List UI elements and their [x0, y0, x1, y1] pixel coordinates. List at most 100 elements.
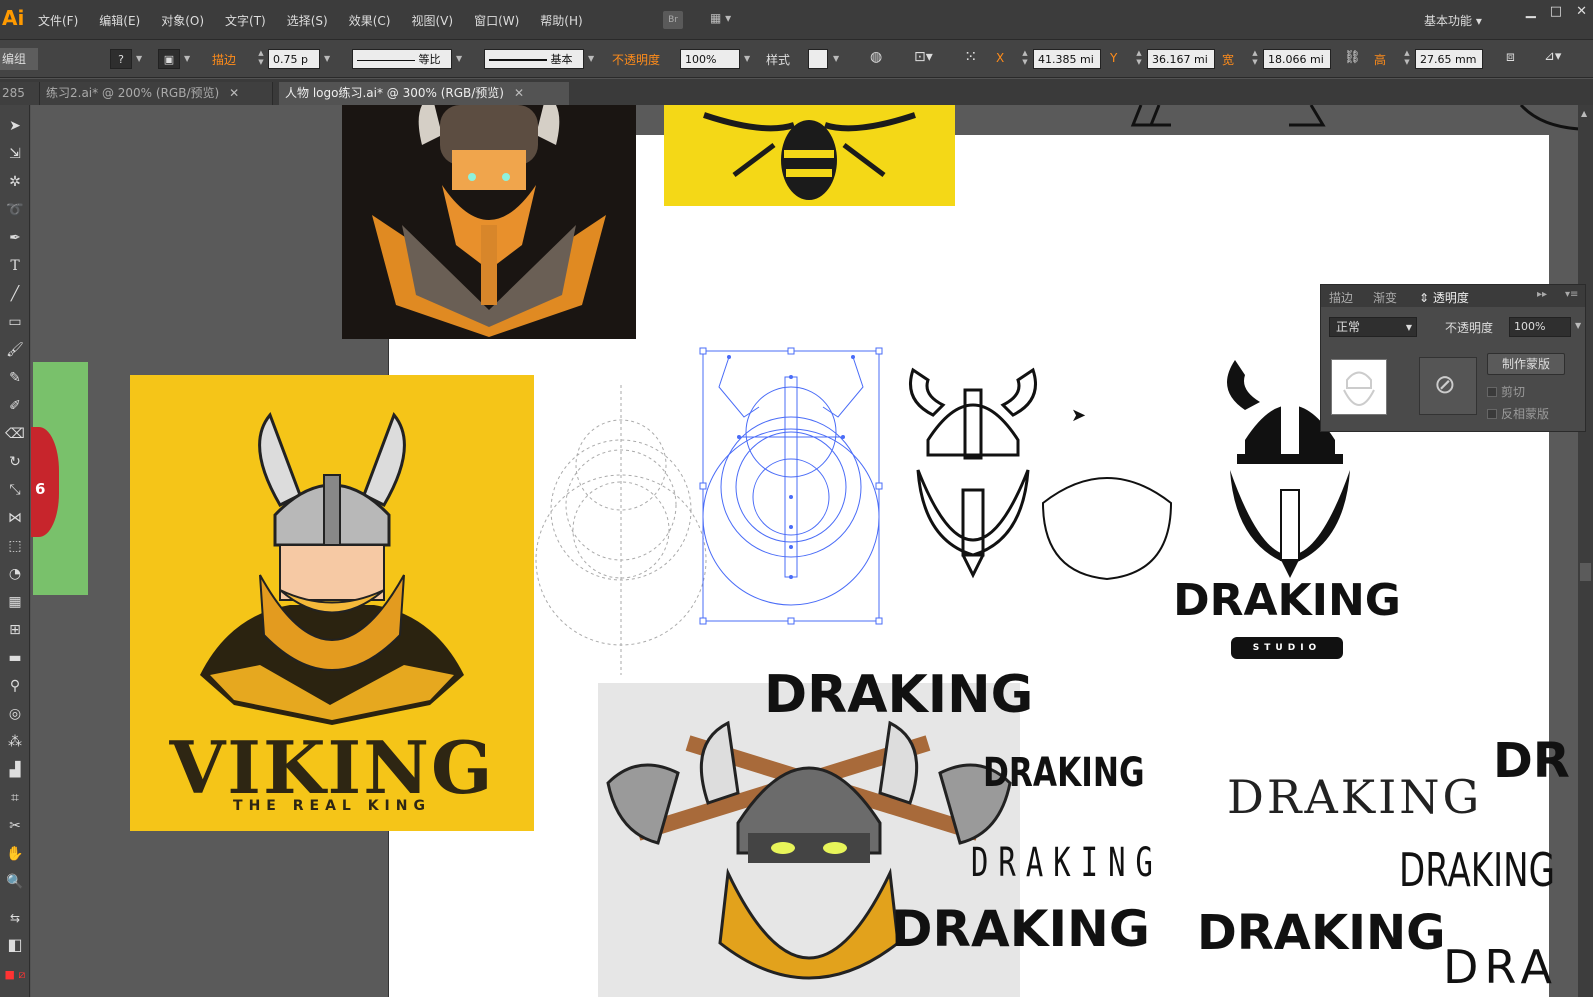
selected-wireframe-group[interactable] [699, 347, 883, 629]
fill-swatch[interactable]: ? [110, 49, 132, 69]
menu-edit[interactable]: 编辑(E) [99, 12, 140, 29]
gradient-tool-icon[interactable]: ▬ [0, 645, 30, 672]
graphic-style-swatch[interactable] [808, 49, 828, 69]
eyedropper-tool-icon[interactable]: ⚲ [0, 673, 30, 700]
height-spinner-icon[interactable]: ▲ ▼ [1402, 49, 1412, 69]
stroke-dropdown-icon[interactable]: ▼ [184, 54, 190, 63]
transform-icon[interactable]: ⧈ [1506, 49, 1515, 65]
invert-mask-checkbox[interactable]: 反相蒙版 [1487, 405, 1549, 422]
opacity-dropdown-icon[interactable]: ▼ [744, 54, 750, 63]
width-spinner-icon[interactable]: ▲ ▼ [1250, 49, 1260, 69]
stroke-label[interactable]: 描边 [212, 51, 236, 68]
scroll-up-icon[interactable]: ▲ [1581, 109, 1587, 118]
tab-gradient[interactable]: 渐变 [1373, 289, 1397, 306]
eraser-tool-icon[interactable]: ⌫ [0, 421, 30, 448]
scrollbar-thumb[interactable] [1580, 563, 1591, 581]
tab-character-logo[interactable]: 人物 logo练习.ai* @ 300% (RGB/预览) ✕ [279, 82, 569, 105]
menu-view[interactable]: 视图(V) [411, 12, 453, 29]
blend-tool-icon[interactable]: ◎ [0, 701, 30, 728]
color-mode-icon[interactable]: ■ ⧄ [0, 961, 30, 988]
width-tool-icon[interactable]: ⋈ [0, 505, 30, 532]
lasso-tool-icon[interactable]: ➰ [0, 197, 30, 224]
perspective-grid-tool-icon[interactable]: ▦ [0, 589, 30, 616]
align-to-icon[interactable]: ⊡▾ [914, 49, 933, 65]
opacity-dropdown-icon[interactable]: ▼ [1575, 321, 1581, 330]
x-spinner-icon[interactable]: ▲ ▼ [1020, 49, 1030, 69]
x-input[interactable]: 41.385 mi [1033, 49, 1101, 69]
workspace-switcher[interactable]: 基本功能 ▾ [1424, 12, 1482, 29]
fill-stroke-icon[interactable]: ◧ [0, 931, 30, 958]
maximize-icon[interactable]: □ [1550, 4, 1562, 19]
close-tab-icon[interactable]: ✕ [514, 86, 524, 100]
tab-cut-off[interactable]: 285 [0, 82, 40, 105]
menu-effect[interactable]: 效果(C) [349, 12, 391, 29]
selection-tool-icon[interactable]: ➤ [0, 113, 30, 140]
blob-brush-tool-icon[interactable]: ✐ [0, 393, 30, 420]
close-tab-icon[interactable]: ✕ [229, 86, 239, 100]
menu-file[interactable]: 文件(F) [38, 12, 78, 29]
bridge-button[interactable]: Br [663, 11, 683, 29]
blend-mode-select[interactable]: 正常 ▼ [1329, 317, 1417, 337]
tab-stroke[interactable]: 描边 [1329, 289, 1353, 306]
recolor-icon[interactable]: ◍ [870, 49, 882, 65]
magic-wand-tool-icon[interactable]: ✲ [0, 169, 30, 196]
y-spinner-icon[interactable]: ▲ ▼ [1134, 49, 1144, 69]
slice-tool-icon[interactable]: ✂ [0, 813, 30, 840]
mask-thumbnail[interactable]: ⊘ [1419, 357, 1477, 415]
line-tool-icon[interactable]: ╱ [0, 281, 30, 308]
arrange-documents-icon[interactable]: ▦ ▾ [710, 11, 740, 29]
pencil-tool-icon[interactable]: ✎ [0, 365, 30, 392]
collapse-panel-icon[interactable]: ▸▸ [1537, 289, 1547, 300]
pen-tool-icon[interactable]: ✒ [0, 225, 30, 252]
swap-fill-stroke-icon[interactable]: ⇆ [0, 905, 30, 932]
width-input[interactable]: 18.066 mi [1263, 49, 1331, 69]
make-mask-button[interactable]: 制作蒙版 [1487, 353, 1565, 375]
tab-practice-2[interactable]: 练习2.ai* @ 200% (RGB/预览) ✕ [40, 82, 273, 105]
brush-definition[interactable]: 基本 [484, 49, 584, 69]
symbol-sprayer-tool-icon[interactable]: ⁂ [0, 729, 30, 756]
variable-width-profile[interactable]: 等比 [352, 49, 452, 69]
brush-dropdown-icon[interactable]: ▼ [588, 54, 594, 63]
constrain-proportions-icon[interactable]: ⛓ [1344, 50, 1361, 65]
panel-options-icon[interactable]: ▾≡ [1565, 289, 1578, 300]
menu-object[interactable]: 对象(O) [161, 12, 204, 29]
menu-type[interactable]: 文字(T) [225, 12, 266, 29]
direct-selection-tool-icon[interactable]: ⇲ [0, 141, 30, 168]
panel-opacity-input[interactable]: 100% [1509, 317, 1571, 337]
close-icon[interactable]: ✕ [1576, 4, 1587, 19]
zoom-tool-icon[interactable]: 🔍 [0, 869, 30, 896]
stroke-weight-dropdown-icon[interactable]: ▼ [324, 54, 330, 63]
brush-line [489, 59, 547, 61]
scale-tool-icon[interactable]: ⤡ [0, 477, 30, 504]
clip-checkbox[interactable]: 剪切 [1487, 383, 1525, 400]
tab-transparency[interactable]: ⇕ 透明度 [1419, 289, 1469, 306]
rotate-tool-icon[interactable]: ↻ [0, 449, 30, 476]
panel-menu-icon[interactable]: ⊿▾ [1544, 49, 1561, 64]
stroke-swatch[interactable]: ▣ [158, 49, 180, 69]
fill-dropdown-icon[interactable]: ▼ [136, 54, 142, 63]
paintbrush-tool-icon[interactable]: 🖌 [0, 337, 30, 364]
opacity-label[interactable]: 不透明度 [612, 51, 660, 68]
rectangle-tool-icon[interactable]: ▭ [0, 309, 30, 336]
height-input[interactable]: 27.65 mm [1415, 49, 1483, 69]
free-transform-tool-icon[interactable]: ⬚ [0, 533, 30, 560]
y-input[interactable]: 36.167 mi [1147, 49, 1215, 69]
minimize-icon[interactable]: ▁ [1526, 4, 1536, 19]
stroke-weight-input[interactable]: 0.75 p [268, 49, 320, 69]
type-tool-icon[interactable]: T [0, 253, 30, 280]
column-graph-tool-icon[interactable]: ▟ [0, 757, 30, 784]
stroke-spinner-icon[interactable]: ▲ ▼ [256, 49, 266, 69]
canvas[interactable]: 6 VIKING THE REAL KING ➤ DRAKING STUDIO … [31, 105, 1578, 997]
menu-help[interactable]: 帮助(H) [540, 12, 582, 29]
vertical-scrollbar[interactable]: ▲ [1578, 105, 1593, 997]
opacity-input[interactable]: 100% [680, 49, 740, 69]
reference-point-icon[interactable]: ⁙ [964, 47, 977, 66]
artboard-tool-icon[interactable]: ⌗ [0, 785, 30, 812]
shape-builder-tool-icon[interactable]: ◔ [0, 561, 30, 588]
profile-dropdown-icon[interactable]: ▼ [456, 54, 462, 63]
mesh-tool-icon[interactable]: ⊞ [0, 617, 30, 644]
menu-select[interactable]: 选择(S) [287, 12, 328, 29]
menu-window[interactable]: 窗口(W) [474, 12, 519, 29]
style-dropdown-icon[interactable]: ▼ [833, 54, 839, 63]
hand-tool-icon[interactable]: ✋ [0, 841, 30, 868]
